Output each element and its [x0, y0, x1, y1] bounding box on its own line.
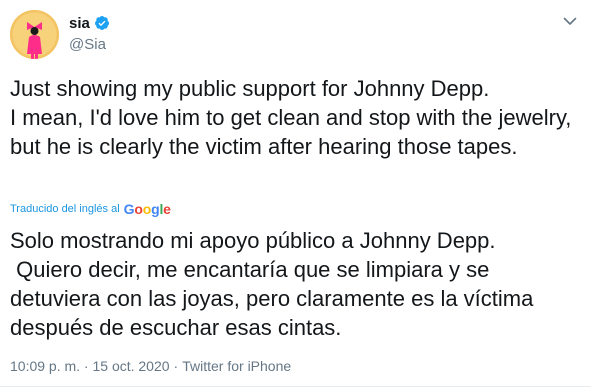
tweet-text: Just showing my public support for Johnn…	[10, 76, 572, 159]
user-handle[interactable]: @Sia	[69, 36, 110, 53]
translation-attribution: Traducido del inglés al Google	[10, 200, 171, 218]
user-header: sia @Sia	[69, 13, 110, 53]
name-row: sia	[69, 13, 110, 33]
translated-from-link[interactable]: Traducido del inglés al	[10, 203, 120, 215]
verified-badge-icon	[94, 15, 110, 31]
tweet-source[interactable]: Twitter for iPhone	[182, 358, 291, 374]
display-name[interactable]: sia	[69, 15, 90, 32]
tweet-timestamp[interactable]: 10:09 p. m. · 15 oct. 2020	[10, 358, 170, 374]
avatar-image	[10, 10, 59, 59]
translated-tweet-text: Solo mostrando mi apoyo público a Johnny…	[10, 228, 534, 340]
chevron-down-icon[interactable]	[561, 12, 579, 30]
google-logo: Google	[123, 201, 171, 217]
avatar[interactable]	[10, 10, 59, 59]
tweet-card: sia @Sia Just showing my public support …	[0, 0, 591, 387]
tweet-meta: 10:09 p. m. · 15 oct. 2020 · Twitter for…	[10, 358, 291, 374]
meta-separator: ·	[173, 358, 179, 374]
